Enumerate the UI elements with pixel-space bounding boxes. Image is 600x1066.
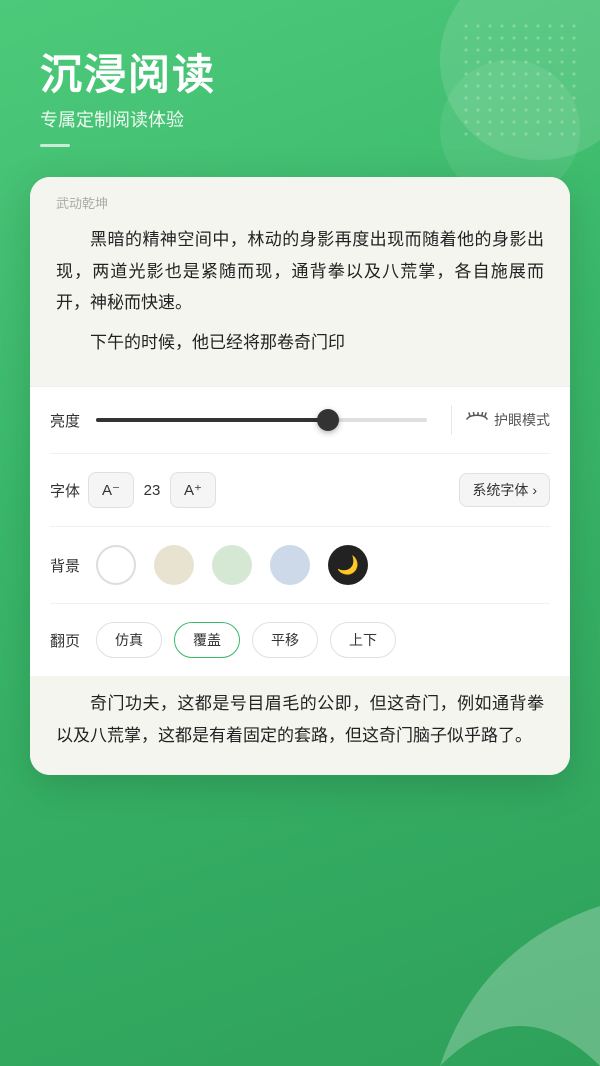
eye-icon [466,410,488,431]
bg-dark-button[interactable]: 🌙 [328,545,368,585]
book-para-1: 黑暗的精神空间中，林动的身影再度出现而随着他的身影出现，两道光影也是紧随而现，通… [56,224,544,318]
moon-icon: 🌙 [337,555,359,576]
eye-mode-label: 护眼模式 [494,410,550,430]
flip-cover-button[interactable]: 覆盖 [174,622,240,658]
bg-options: 🌙 [96,545,550,585]
background-row: 背景 🌙 [50,527,550,604]
page-title: 沉浸阅读 [40,50,560,100]
font-increase-button[interactable]: A⁺ [170,472,216,508]
bg-green-button[interactable] [212,545,252,585]
font-family-button[interactable]: 系统字体 › [459,473,550,507]
font-decrease-button[interactable]: A⁻ [88,472,134,508]
flip-slide-button[interactable]: 平移 [252,622,318,658]
bg-white-button[interactable] [96,545,136,585]
book-title: 武动乾坤 [56,193,544,212]
flip-options: 仿真 覆盖 平移 上下 [96,622,550,658]
flip-simulated-button[interactable]: 仿真 [96,622,162,658]
book-page-top: 武动乾坤 黑暗的精神空间中，林动的身影再度出现而随着他的身影出现，两道光影也是紧… [30,177,570,386]
vertical-divider [451,405,452,435]
font-size-display: 23 [134,482,170,499]
book-content-top: 黑暗的精神空间中，林动的身影再度出现而随着他的身影出现，两道光影也是紧随而现，通… [56,224,544,358]
flip-row: 翻页 仿真 覆盖 平移 上下 [50,604,550,676]
book-content-bottom: 奇门功夫，这都是号目眉毛的公即，但这奇门，例如通背拳以及八荒掌，这都是有着固定的… [56,688,544,751]
brightness-fill [96,418,328,422]
font-label: 字体 [50,480,88,501]
chevron-right-icon: › [532,482,537,498]
brightness-label: 亮度 [50,410,88,431]
flip-label: 翻页 [50,630,88,651]
brightness-row: 亮度 [50,387,550,454]
font-controls: A⁻ 23 A⁺ 系统字体 › [88,472,550,508]
bg-label: 背景 [50,555,88,576]
brightness-slider[interactable] [96,418,427,422]
brightness-thumb[interactable] [317,409,339,431]
flip-vertical-button[interactable]: 上下 [330,622,396,658]
eye-mode-toggle[interactable]: 护眼模式 [466,410,550,431]
settings-panel: 亮度 [30,386,570,676]
book-para-bottom: 奇门功夫，这都是号目眉毛的公即，但这奇门，例如通背拳以及八荒掌，这都是有着固定的… [56,688,544,751]
book-para-2: 下午的时候，他已经将那卷奇门印 [56,327,544,358]
bg-cream-button[interactable] [154,545,194,585]
font-row: 字体 A⁻ 23 A⁺ 系统字体 › [50,454,550,527]
reader-card: 武动乾坤 黑暗的精神空间中，林动的身影再度出现而随着他的身影出现，两道光影也是紧… [30,177,570,775]
header-divider [40,144,70,147]
book-page-bottom: 奇门功夫，这都是号目眉毛的公即，但这奇门，例如通背拳以及八荒掌，这都是有着固定的… [30,676,570,775]
page-header: 沉浸阅读 专属定制阅读体验 [0,0,600,177]
bg-blue-button[interactable] [270,545,310,585]
page-subtitle: 专属定制阅读体验 [40,106,560,132]
font-family-label: 系统字体 [472,480,528,500]
brightness-control: 护眼模式 [88,405,550,435]
